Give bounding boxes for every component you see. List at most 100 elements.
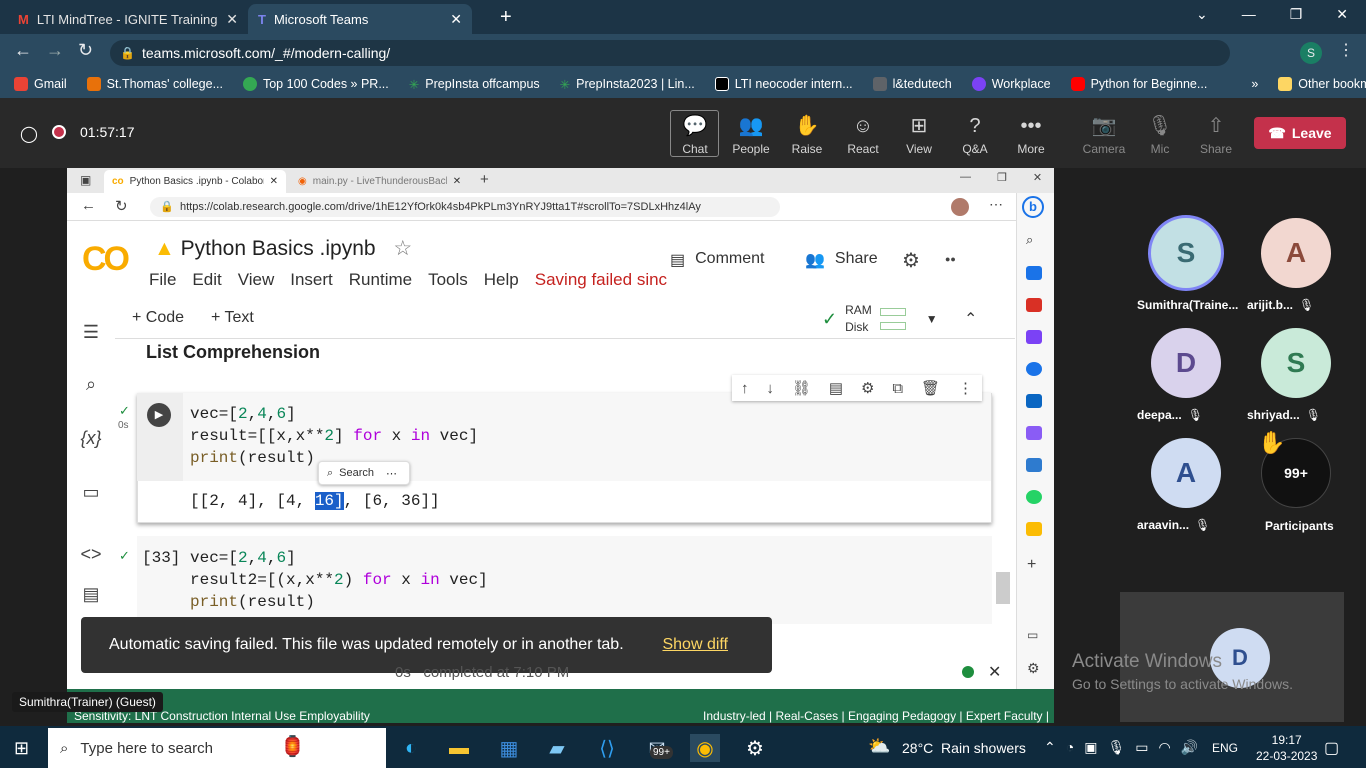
menu-insert[interactable]: Insert — [290, 270, 333, 290]
battery-icon[interactable]: ▭ — [1135, 739, 1148, 756]
edge-menu-icon[interactable]: ⋯ — [989, 196, 1003, 213]
mic-icon[interactable]: 🎙 — [1107, 739, 1125, 756]
office-icon[interactable] — [1026, 362, 1042, 376]
move-down-icon[interactable]: ↓ — [766, 380, 774, 397]
send-icon[interactable] — [1026, 458, 1042, 472]
notebook-title[interactable]: ▲ Python Basics .ipynb ☆ — [154, 236, 412, 261]
camera-button[interactable]: 📷 Camera — [1079, 110, 1129, 156]
settings-icon[interactable]: ⚙ — [1027, 660, 1040, 677]
taskbar-search[interactable]: ⌕ Type here to search 🏮 — [48, 728, 386, 768]
show-diff-link[interactable]: Show diff — [662, 636, 728, 654]
colab-logo[interactable]: CO — [82, 240, 130, 279]
forward-icon[interactable]: → — [46, 40, 64, 61]
settings-icon[interactable]: ⚙ — [902, 248, 920, 273]
bookmark-prepinsta2023[interactable]: ✳ PrepInsta2023 | Lin... — [560, 77, 695, 92]
shopping-icon[interactable] — [1026, 266, 1042, 280]
collapse-icon[interactable]: ⌃ — [964, 309, 977, 329]
close-tab-icon[interactable]: ✕ — [226, 11, 238, 28]
add-code-button[interactable]: + Code — [132, 309, 184, 327]
bookmark-prepinsta[interactable]: ✳ PrepInsta offcampus — [409, 77, 540, 92]
tab-actions-icon[interactable]: ▣ — [80, 173, 91, 187]
comment-icon[interactable]: ▤ — [829, 379, 843, 397]
clock[interactable]: 19:17 22-03-2023 — [1256, 732, 1317, 764]
delete-icon[interactable]: 🗑 — [921, 379, 940, 397]
selected-text[interactable]: 16] — [314, 492, 344, 510]
more-icon[interactable]: ⋯ — [386, 467, 397, 480]
new-tab-icon[interactable]: + — [480, 171, 489, 188]
edge-icon[interactable]: ◐ — [396, 734, 426, 762]
restore-icon[interactable]: ❐ — [1290, 6, 1303, 23]
participant-avatar[interactable]: S — [1151, 218, 1221, 288]
sidebar-toggle-icon[interactable]: ▭ — [1027, 628, 1038, 642]
run-cell-button[interactable]: ▶ — [147, 403, 171, 427]
tools-icon[interactable] — [1026, 298, 1042, 312]
saving-failed-status[interactable]: Saving failed sinc — [535, 270, 667, 290]
add-icon[interactable]: + — [1027, 556, 1036, 574]
keep-icon[interactable] — [1026, 522, 1042, 536]
chrome-menu-icon[interactable]: ⋮ — [1338, 40, 1354, 60]
terminal-icon[interactable]: ▤ — [80, 584, 102, 605]
toc-icon[interactable]: ☰ — [80, 322, 102, 343]
whatsapp-icon[interactable] — [1026, 490, 1042, 504]
outlook-icon[interactable] — [1026, 394, 1042, 408]
back-icon[interactable]: ← — [14, 40, 32, 61]
bookmark-stthomas[interactable]: St.Thomas' college... — [86, 77, 223, 91]
bookmark-workplace[interactable]: Workplace — [971, 77, 1051, 91]
resources-indicator[interactable]: ✓ RAM Disk ▼ — [822, 302, 938, 336]
input-language[interactable]: ENG — [1212, 741, 1238, 755]
folder-icon[interactable]: ▭ — [80, 482, 102, 503]
code-snippets-icon[interactable]: <> — [80, 544, 102, 565]
notifications-icon[interactable]: ▢ — [1324, 738, 1339, 758]
menu-view[interactable]: View — [238, 270, 275, 290]
leave-button[interactable]: ☎ Leave — [1254, 117, 1346, 149]
profile-avatar[interactable]: S — [1300, 42, 1322, 64]
reload-icon[interactable]: ↻ — [78, 40, 93, 61]
dropdown-icon[interactable]: ▼ — [926, 312, 938, 326]
bookmarks-overflow-icon[interactable]: » — [1251, 77, 1258, 91]
menu-help[interactable]: Help — [484, 270, 519, 290]
share-button[interactable]: 👥 Share — [805, 250, 878, 270]
notepad-icon[interactable]: ▰ — [542, 734, 572, 762]
back-icon[interactable]: ← — [81, 197, 96, 214]
minimize-icon[interactable]: — — [960, 171, 971, 184]
edge-tab-replit[interactable]: ◉ main.py - LiveThunderousBacke ✕ — [290, 170, 472, 193]
designer-icon[interactable] — [1026, 426, 1042, 440]
scrollbar-thumb[interactable] — [996, 572, 1010, 604]
games-icon[interactable] — [1026, 330, 1042, 344]
mirror-icon[interactable]: ⧉ — [892, 380, 903, 397]
q-a-button[interactable]: ? Q&A — [950, 110, 1000, 156]
close-tab-icon[interactable]: ✕ — [453, 176, 461, 187]
edge-address-bar[interactable]: 🔒 https://colab.research.google.com/driv… — [150, 197, 780, 217]
close-window-icon[interactable]: ✕ — [1033, 171, 1042, 184]
view-button[interactable]: ⊞ View — [894, 110, 944, 156]
reload-icon[interactable]: ↻ — [115, 197, 128, 215]
chevron-up-icon[interactable]: ⌃ — [1044, 739, 1056, 756]
network-icon[interactable]: ◔ — [1066, 739, 1074, 756]
menu-tools[interactable]: Tools — [428, 270, 468, 290]
profile-avatar[interactable] — [951, 198, 969, 216]
participant-avatar[interactable]: S — [1261, 328, 1331, 398]
search-icon[interactable]: ⌕ — [1026, 232, 1033, 248]
store-icon[interactable]: ▦ — [494, 734, 524, 762]
wifi-icon[interactable]: ◠ — [1158, 739, 1170, 756]
menu-file[interactable]: File — [149, 270, 176, 290]
move-up-icon[interactable]: ↑ — [741, 380, 749, 397]
close-tab-icon[interactable]: ✕ — [450, 11, 462, 28]
participant-avatar[interactable]: A — [1151, 438, 1221, 508]
close-tab-icon[interactable]: ✕ — [270, 176, 278, 187]
participant-avatar[interactable]: D — [1151, 328, 1221, 398]
bookmark-gmail[interactable]: Gmail — [14, 77, 67, 91]
vscode-icon[interactable]: ⟨⟩ — [592, 734, 622, 762]
chat-button[interactable]: 💬 Chat — [670, 110, 720, 156]
more-button[interactable]: ••• More — [1006, 110, 1056, 156]
star-icon[interactable]: ☆ — [393, 237, 412, 260]
address-bar[interactable]: 🔒 teams.microsoft.com/_#/modern-calling/ — [110, 40, 1230, 66]
close-window-icon[interactable]: ✕ — [1336, 6, 1348, 23]
share-button[interactable]: ⇧ Share — [1191, 110, 1241, 156]
react-button[interactable]: ☺ React — [838, 110, 888, 156]
browser-tab-lti[interactable]: M LTI MindTree - IGNITE Training Pr ✕ — [8, 4, 248, 34]
participant-avatar[interactable]: A — [1261, 218, 1331, 288]
bookmark-top100[interactable]: Top 100 Codes » PR... — [242, 77, 389, 91]
link-icon[interactable]: ⛓ — [792, 379, 811, 397]
variables-icon[interactable]: {x} — [80, 428, 102, 449]
